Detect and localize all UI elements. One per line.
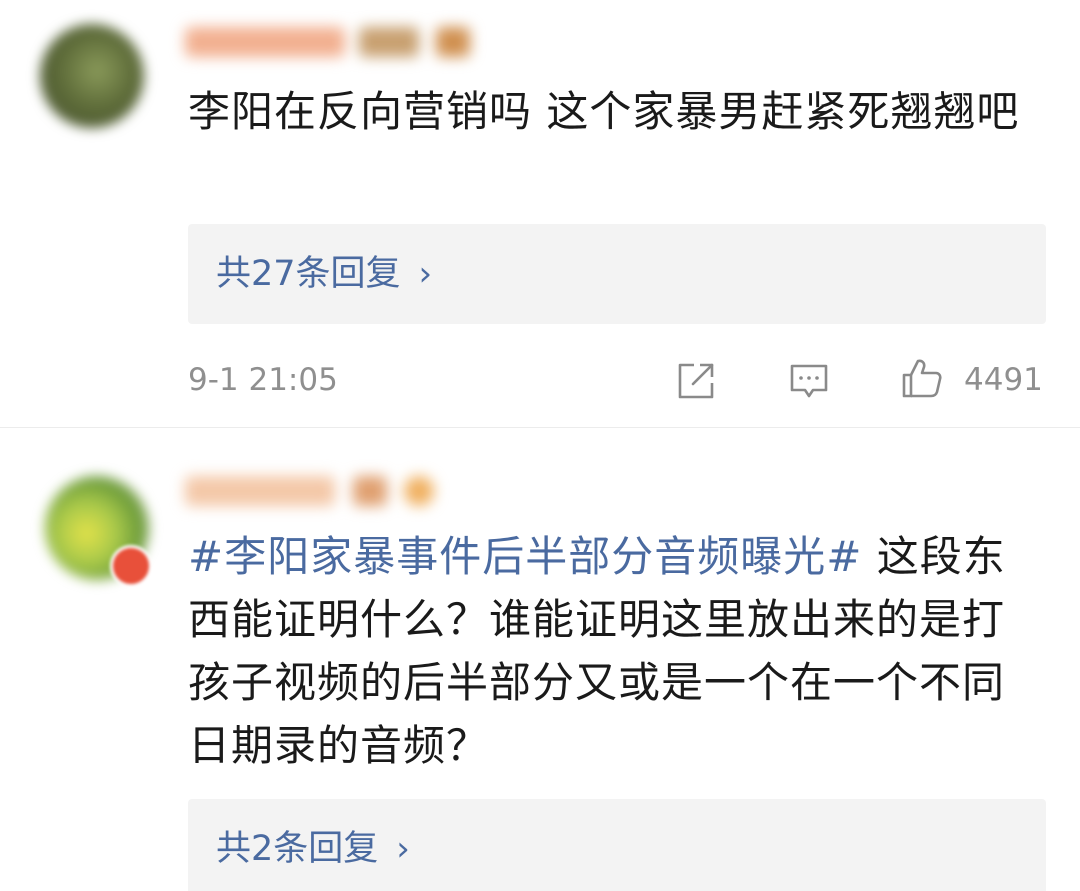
like-count: 4491 [964,362,1043,398]
replies-panel[interactable]: 共27条回复 › [188,224,1046,324]
chevron-right-icon: › [418,254,433,294]
verified-badge-icon [110,545,152,587]
replies-count-label: 共27条回复 [216,254,401,294]
divider [0,427,1080,428]
replies-count-label: 共2条回复 [216,829,379,869]
view-replies-link[interactable]: 共27条回复 › [216,224,432,324]
avatar[interactable] [40,24,144,128]
comment-item: #李阳家暴事件后半部分音频曝光# 这段东西能证明什么？谁能证明这里放出来的是打孩… [0,429,1080,891]
username[interactable] [185,22,470,60]
comment-icon[interactable] [787,359,831,403]
comment-item: 李阳在反向营销吗 这个家暴男赶紧死翘翘吧 共27条回复 › 9-1 21:05 [0,0,1080,428]
comment-feed: 李阳在反向营销吗 这个家暴男赶紧死翘翘吧 共27条回复 › 9-1 21:05 [0,0,1080,891]
chevron-right-icon: › [396,829,410,869]
comment-meta: 9-1 21:05 4491 [188,355,1043,405]
comment-text: 李阳在反向营销吗 这个家暴男赶紧死翘翘吧 [188,87,1020,136]
username[interactable] [185,471,434,509]
comment-text: #李阳家暴事件后半部分音频曝光# 这段东西能证明什么？谁能证明这里放出来的是打孩… [188,525,1040,777]
view-replies-link[interactable]: 共2条回复 › [216,799,410,891]
hashtag-link[interactable]: #李阳家暴事件后半部分音频曝光# [188,532,862,581]
share-icon[interactable] [674,359,718,403]
thumbs-up-icon[interactable] [900,356,944,400]
timestamp: 9-1 21:05 [188,362,338,398]
replies-panel[interactable]: 共2条回复 › [188,799,1046,891]
